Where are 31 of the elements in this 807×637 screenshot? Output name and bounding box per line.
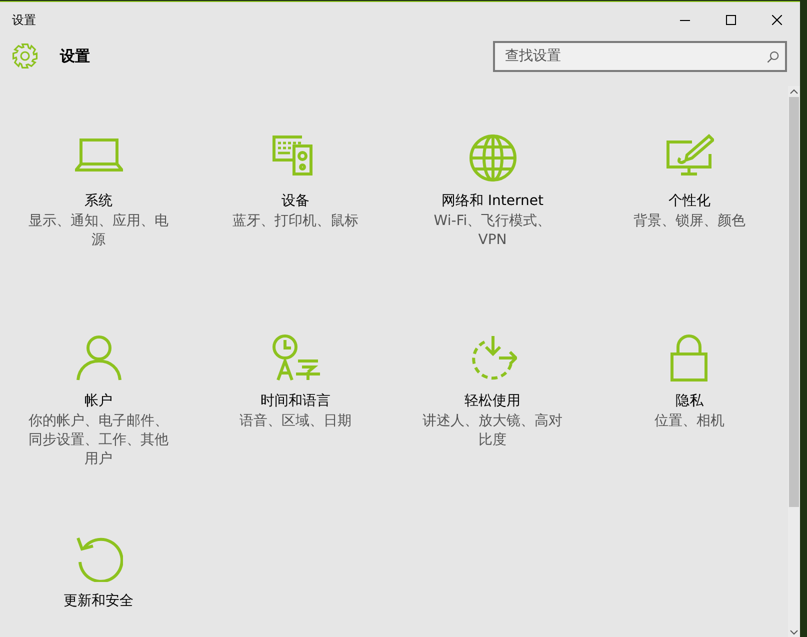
globe-icon[interactable]: [468, 134, 516, 182]
category-description: 讲述人、放大镜、高对比度: [422, 412, 564, 450]
category-description: 蓝牙、打印机、鼠标: [232, 212, 360, 231]
maximize-icon[interactable]: [726, 15, 736, 25]
category-title[interactable]: 更新和安全: [64, 592, 134, 610]
category-title[interactable]: 帐户: [84, 392, 112, 410]
gear-icon: [12, 43, 38, 69]
category-description: 位置、相机: [654, 412, 726, 431]
scrollbar[interactable]: [788, 86, 800, 637]
page-title: 设置: [60, 46, 91, 66]
category-title[interactable]: 设备: [282, 192, 310, 210]
search-icon[interactable]: [767, 50, 779, 62]
category-title[interactable]: 时间和语言: [260, 392, 330, 410]
category-description: 语音、区域、日期: [238, 412, 352, 431]
category-title[interactable]: 个性化: [668, 192, 710, 210]
category-title[interactable]: 轻松使用: [464, 392, 520, 410]
clock-letters-icon[interactable]: [272, 334, 320, 382]
scroll-up-icon[interactable]: [790, 89, 798, 94]
category-description: 显示、通知、应用、电源: [28, 212, 170, 250]
category-title[interactable]: 隐私: [676, 392, 704, 410]
category-title[interactable]: 网络和 Internet: [441, 192, 544, 210]
category-title[interactable]: 系统: [84, 192, 112, 210]
category-description: Wi-Fi、飞行模式、VPN: [432, 212, 552, 250]
scroll-down-icon[interactable]: [790, 630, 798, 635]
person-icon[interactable]: [74, 334, 122, 382]
category-description: 背景、锁屏、颜色: [632, 212, 746, 231]
category-description: 你的帐户、电子邮件、同步设置、工作、其他用户: [28, 412, 170, 469]
search-field[interactable]: 查找设置: [493, 40, 787, 72]
close-icon[interactable]: [772, 15, 782, 25]
window-title: 设置: [12, 12, 36, 28]
scroll-thumb[interactable]: [789, 97, 799, 507]
